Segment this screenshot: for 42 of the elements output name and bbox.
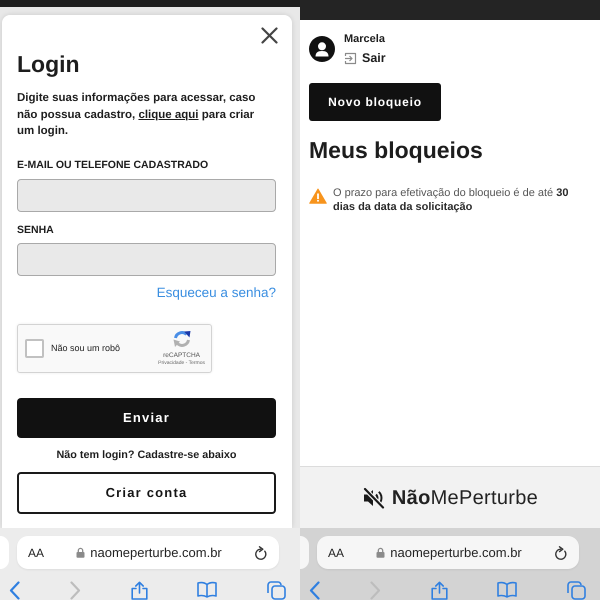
logo-text: NãoMePerturbe — [392, 486, 538, 510]
chevron-left-icon[interactable] — [9, 581, 20, 600]
muted-speaker-icon — [362, 486, 386, 508]
user-name: Marcela — [344, 32, 386, 46]
signup-prompt: Não tem login? Cadastre-se abaixo — [56, 448, 238, 462]
close-icon[interactable] — [261, 27, 278, 44]
open-book-icon[interactable] — [197, 581, 218, 598]
text-size-button[interactable]: AA — [28, 546, 44, 560]
user-avatar-icon — [309, 36, 335, 62]
address-bar[interactable]: AA naomeperturbe.com.br — [317, 536, 579, 569]
new-block-button[interactable]: Novo bloqueio — [309, 83, 441, 121]
chevron-left-icon[interactable] — [309, 581, 320, 600]
reload-icon[interactable] — [254, 546, 267, 560]
page-title: Meus bloqueios — [309, 136, 484, 164]
open-book-icon[interactable] — [497, 581, 518, 598]
input-field[interactable] — [17, 242, 276, 276]
submit-button[interactable]: Enviar — [17, 398, 276, 438]
modal-title: Login — [17, 50, 81, 78]
lock-icon — [76, 547, 86, 558]
signup-link[interactable]: clique aqui — [138, 108, 199, 120]
exit-icon — [344, 52, 357, 64]
url-text: naomeperturbe.com.br — [390, 544, 522, 560]
create-account-button[interactable]: Criar conta — [17, 472, 276, 514]
intro-text: Digite suas informações para acessar, caso não possua cadastro, clique aqui para criar um login. — [17, 91, 256, 139]
circular-arrows-icon — [172, 329, 192, 349]
warning-icon — [309, 188, 327, 204]
text-size-button[interactable]: AA — [328, 546, 344, 560]
captcha-label: Não sou um robô — [51, 342, 120, 354]
share-icon[interactable] — [130, 581, 148, 600]
overlapping-squares-icon[interactable] — [267, 581, 286, 600]
input-field[interactable] — [17, 178, 276, 212]
reload-icon[interactable] — [554, 546, 567, 560]
share-icon[interactable] — [430, 581, 448, 600]
field-label: E-MAIL OU TELEFONE CADASTRADO — [17, 158, 210, 172]
url-text: naomeperturbe.com.br — [90, 544, 222, 560]
overlapping-squares-icon[interactable] — [567, 581, 586, 600]
address-bar[interactable]: AA naomeperturbe.com.br — [17, 536, 279, 569]
logout-link[interactable]: Sair — [344, 50, 386, 66]
checkbox[interactable] — [25, 338, 44, 358]
field-label: SENHA — [17, 222, 55, 236]
notice-text: O prazo para efetivação do bloqueio é de até 30 dias da data da solicitação — [333, 186, 570, 214]
lock-icon — [376, 547, 386, 558]
